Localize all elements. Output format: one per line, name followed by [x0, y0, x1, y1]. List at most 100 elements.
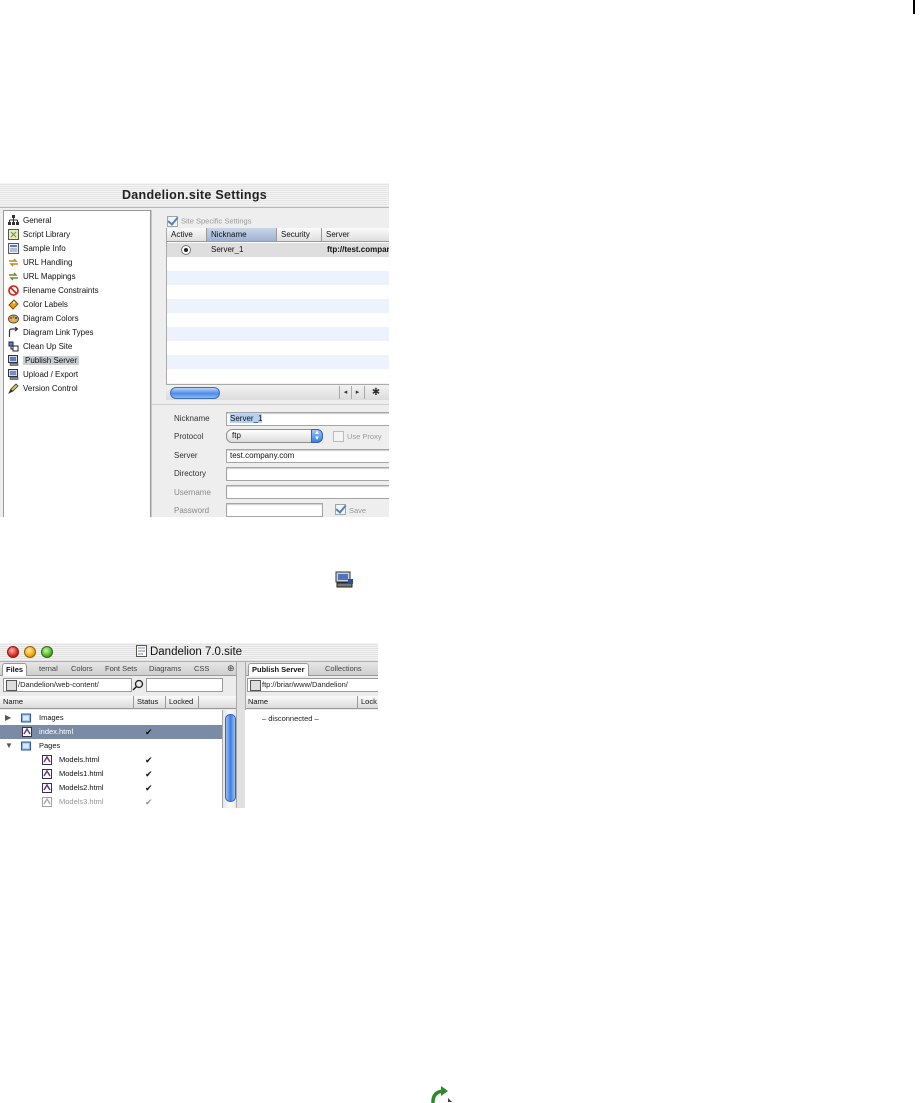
publish-server-icon — [335, 571, 353, 588]
username-field[interactable] — [226, 485, 389, 499]
sidebar-item-url-mappings[interactable]: URL Mappings — [8, 270, 76, 284]
script-library-icon — [8, 229, 19, 241]
tab-collections[interactable]: Collections — [322, 663, 365, 675]
password-field[interactable] — [226, 503, 323, 517]
column-header-active[interactable]: Active — [167, 228, 207, 242]
local-path-field[interactable]: /Dandelion/web-content/ — [3, 678, 132, 692]
palette-icon — [8, 314, 19, 324]
server-cell: ftp://test.compar — [327, 245, 389, 254]
column-header-server[interactable]: Server — [322, 228, 389, 242]
column-header-status[interactable]: Status — [134, 696, 166, 708]
no-entry-icon — [8, 285, 19, 297]
status-checkmark-icon: ✔ — [145, 727, 153, 737]
html-file-icon — [42, 783, 52, 793]
scroll-thumb[interactable] — [170, 387, 220, 399]
tab-css[interactable]: CSS — [191, 663, 212, 675]
sidebar-item-label: Diagram Link Types — [23, 328, 94, 337]
sidebar-item-version-control[interactable]: Version Control — [8, 382, 78, 396]
sidebar-item-upload-export[interactable]: Upload / Export — [8, 368, 78, 382]
folder-popup-icon — [6, 680, 17, 691]
tab-font-sets[interactable]: Font Sets — [102, 663, 140, 675]
folder-icon — [21, 713, 31, 723]
directory-field[interactable] — [226, 467, 389, 481]
html-file-icon — [42, 797, 52, 807]
list-item[interactable]: Models1.html ✔ — [0, 767, 222, 781]
sidebar-item-clean-up-site[interactable]: Clean Up Site — [8, 340, 72, 354]
table-row-empty — [167, 299, 389, 313]
tab-diagrams[interactable]: Diagrams — [146, 663, 184, 675]
sidebar-item-color-labels[interactable]: Color Labels — [8, 298, 68, 312]
sidebar-item-label: Color Labels — [23, 300, 68, 309]
column-header-security[interactable]: Security — [277, 228, 322, 242]
file-name: Models1.html — [59, 769, 104, 778]
folder-icon — [21, 741, 31, 751]
sidebar-item-url-handling[interactable]: URL Handling — [8, 256, 73, 270]
sidebar-item-general[interactable]: General — [8, 214, 51, 228]
remote-path-field[interactable]: ftp://briar/www/Dandelion/ — [247, 678, 378, 692]
scroll-thumb[interactable] — [225, 714, 236, 802]
horizontal-scrollbar[interactable]: ◂ ▸ ✱ — [166, 384, 389, 400]
sidebar-item-label: General — [23, 216, 52, 225]
sidebar-item-label: Filename Constraints — [23, 286, 99, 295]
column-header-name[interactable]: Name — [0, 696, 134, 708]
vertical-scrollbar[interactable] — [222, 710, 237, 808]
table-row[interactable]: Server_1 ftp://test.compar — [167, 243, 389, 257]
sidebar-item-diagram-colors[interactable]: Diagram Colors — [8, 312, 79, 326]
sidebar-item-label: Diagram Colors — [23, 314, 79, 323]
window-title: Dandelion 7.0.site — [149, 646, 243, 658]
use-proxy-label: Use Proxy — [347, 432, 382, 441]
color-labels-icon — [8, 299, 19, 311]
file-list-header: Name Status Locked — [0, 696, 236, 709]
site-specific-toggle[interactable]: Site Specific Settings — [167, 216, 251, 227]
sidebar-item-publish-server[interactable]: Publish Server — [8, 354, 80, 368]
disclosure-triangle-icon[interactable]: ▶ — [5, 711, 11, 725]
scroll-left-arrow-icon[interactable]: ◂ — [339, 386, 351, 399]
sidebar-item-script-library[interactable]: Script Library — [8, 228, 70, 242]
column-header-locked[interactable]: Locked — [166, 696, 199, 708]
file-list: ▶ Images index.html ✔ ▼ Pages Models.htm… — [0, 710, 222, 808]
zoom-button[interactable] — [41, 646, 53, 658]
tab-external[interactable]: ternal — [36, 663, 61, 675]
list-item[interactable]: Models2.html ✔ — [0, 781, 222, 795]
link-arrow-icon — [8, 327, 19, 338]
updown-arrows-icon: ▴ ▾ — [311, 429, 323, 443]
cleanup-icon — [8, 341, 19, 352]
column-header-nickname[interactable]: Nickname — [207, 228, 277, 242]
scroll-right-arrow-icon[interactable]: ▸ — [351, 386, 363, 399]
sidebar-item-diagram-link-types[interactable]: Diagram Link Types — [8, 326, 94, 340]
sidebar-item-label: Sample Info — [23, 244, 66, 253]
remote-list-header: Name Lock — [245, 696, 378, 709]
list-item[interactable]: Models3.html ✔ — [0, 795, 222, 808]
tab-colors[interactable]: Colors — [68, 663, 96, 675]
use-proxy-checkbox[interactable] — [333, 431, 344, 442]
search-input[interactable] — [146, 678, 223, 692]
minimize-button[interactable] — [24, 646, 36, 658]
save-password-checkbox[interactable] — [335, 504, 346, 515]
sitemap-icon — [8, 215, 19, 226]
sidebar-item-sample-info[interactable]: Sample Info — [8, 242, 66, 256]
green-curved-arrow-icon — [431, 1086, 452, 1103]
column-header-lock[interactable]: Lock — [358, 696, 378, 708]
file-name: Pages — [39, 741, 61, 750]
status-checkmark-icon: ✔ — [145, 769, 153, 779]
list-item[interactable]: ▼ Pages — [0, 739, 222, 753]
tab-publish-server[interactable]: Publish Server — [248, 663, 309, 676]
site-specific-checkbox[interactable] — [167, 216, 178, 227]
sidebar-item-label: URL Handling — [23, 258, 73, 267]
nickname-field[interactable]: Server_1 — [226, 412, 389, 426]
sidebar-item-filename-constraints[interactable]: Filename Constraints — [8, 284, 99, 298]
active-radio[interactable] — [181, 245, 191, 255]
protocol-select[interactable]: ftp ▴ ▾ — [226, 429, 323, 443]
disclosure-triangle-icon[interactable]: ▼ — [5, 739, 13, 753]
server-value: test.company.com — [230, 451, 295, 460]
list-item[interactable]: index.html ✔ — [0, 725, 222, 739]
tab-files[interactable]: Files — [2, 663, 28, 676]
column-header-name[interactable]: Name — [245, 696, 358, 708]
server-field[interactable]: test.company.com — [226, 449, 389, 463]
search-icon[interactable] — [132, 679, 144, 691]
list-item[interactable]: Models.html ✔ — [0, 753, 222, 767]
list-item[interactable]: ▶ Images — [0, 711, 222, 725]
form-separator — [152, 404, 389, 405]
add-server-star-icon[interactable]: ✱ — [364, 386, 387, 399]
close-button[interactable] — [7, 646, 19, 658]
